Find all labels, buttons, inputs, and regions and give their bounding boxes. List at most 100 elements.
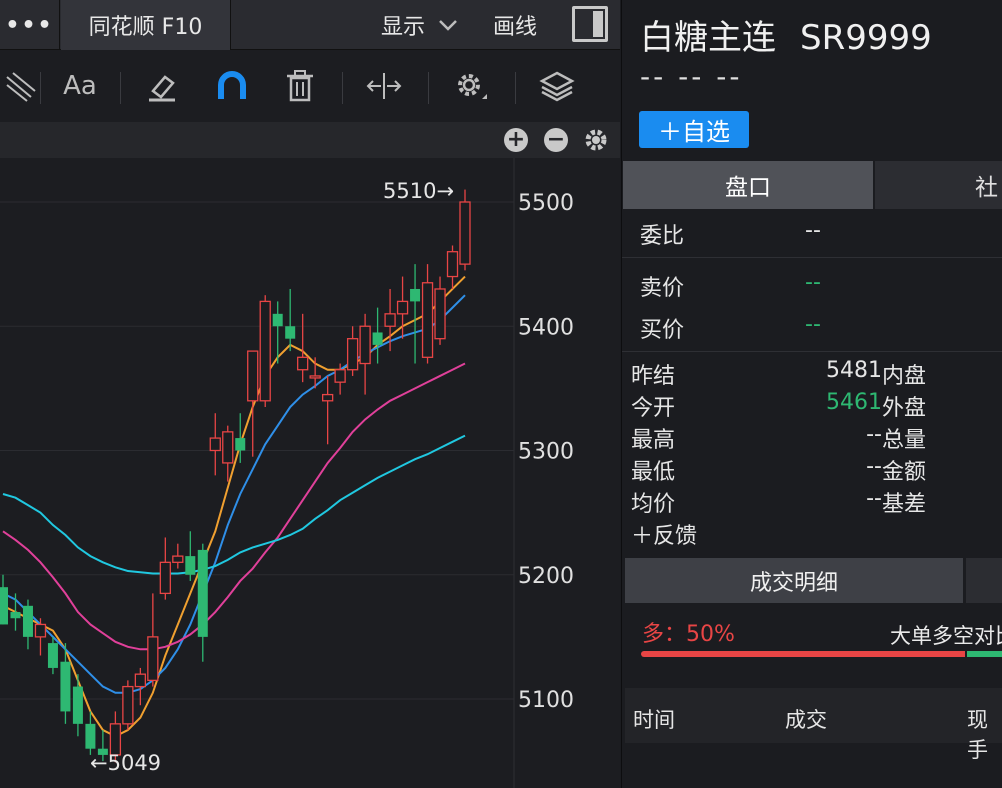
tab-secondary[interactable] — [966, 558, 1002, 603]
instrument-name: 白糖主连 — [640, 18, 776, 58]
sell-price-label: 卖价 — [640, 276, 685, 301]
col-hand: 现手 — [967, 708, 988, 762]
stat-label: 今开 — [631, 396, 676, 421]
max-price-label: 5510→ — [383, 179, 454, 203]
price-change: -- -- -- — [640, 60, 743, 93]
tab-community[interactable]: 社 — [875, 161, 1002, 209]
candlestick[interactable] — [459, 189, 471, 271]
quote-panel: 白糖主连 SR9999 -- -- -- ＋自选 盘口 社 委比 -- 卖价 --… — [621, 0, 1002, 788]
candlestick[interactable] — [72, 674, 83, 737]
display-dropdown[interactable]: 显示 — [370, 0, 470, 50]
instrument-code: SR9999 — [800, 18, 932, 58]
zoom-out-icon[interactable]: − — [544, 128, 568, 152]
drawing-toolbar: Aa — [0, 50, 620, 122]
candle-body — [434, 288, 446, 340]
candlestick[interactable] — [247, 350, 259, 457]
candlestick[interactable] — [10, 593, 21, 631]
candlestick[interactable] — [372, 307, 383, 364]
stat-value: 5461 — [826, 390, 882, 415]
candlestick[interactable] — [421, 264, 434, 364]
y-tick-label: 5300 — [518, 440, 574, 465]
font-tool-icon[interactable]: Aa — [58, 64, 102, 108]
candlestick[interactable] — [446, 245, 459, 289]
min-price-label: ←5049 — [90, 751, 161, 775]
weibi-value: -- — [805, 218, 821, 243]
candle-body — [60, 661, 71, 712]
candlestick[interactable] — [259, 295, 271, 408]
candlestick[interactable] — [185, 531, 196, 581]
candle-body — [421, 282, 434, 358]
chart-settings-icon[interactable] — [583, 127, 609, 157]
moving-average-line — [2, 294, 466, 694]
weibi-label: 委比 — [640, 224, 685, 249]
candle-body — [410, 288, 421, 302]
short-ratio-bar — [967, 651, 1002, 657]
stat-label: 最低 — [631, 460, 676, 485]
buy-price-value: -- — [805, 312, 821, 337]
stat-side-label: 外盘 — [882, 396, 927, 421]
candlestick[interactable] — [134, 667, 147, 706]
zoom-in-icon[interactable]: + — [504, 128, 528, 152]
y-tick-label: 5100 — [518, 688, 574, 713]
moving-average-line — [2, 362, 466, 651]
sell-price-value: -- — [805, 270, 821, 295]
candle-body — [85, 723, 96, 749]
trash-icon[interactable] — [278, 64, 322, 108]
panel-toggle-icon[interactable] — [572, 6, 608, 42]
candlestick[interactable] — [60, 643, 71, 724]
fib-lines-icon[interactable] — [0, 64, 44, 108]
stat-side-label: 金额 — [882, 460, 927, 485]
candlestick[interactable] — [285, 288, 296, 352]
candlestick[interactable] — [159, 537, 171, 600]
settings-icon[interactable] — [448, 64, 492, 108]
candlestick[interactable] — [410, 264, 421, 364]
candle-body — [272, 313, 283, 327]
candlestick[interactable] — [147, 593, 159, 687]
candlestick[interactable] — [22, 599, 33, 650]
layers-icon[interactable] — [535, 64, 579, 108]
candle-body — [334, 369, 346, 383]
candle-body — [321, 393, 334, 402]
candle-body — [185, 556, 196, 575]
quote-tabs: 盘口 社 — [622, 161, 1002, 209]
candle-body — [446, 251, 459, 278]
candlestick[interactable] — [297, 313, 309, 383]
tab-pankou[interactable]: 盘口 — [623, 161, 873, 209]
candlestick[interactable] — [0, 574, 8, 625]
stat-side-label: 总量 — [882, 428, 927, 453]
candlestick[interactable] — [359, 313, 371, 395]
big-order-compare-label: 大单多空对比 — [890, 624, 1002, 648]
f10-button[interactable]: 同花顺 F10 — [61, 0, 231, 50]
stat-value: -- — [866, 486, 882, 511]
candlestick[interactable] — [172, 543, 184, 569]
candlestick[interactable] — [122, 680, 134, 731]
candlestick[interactable] — [346, 326, 359, 376]
candle-body — [346, 338, 359, 371]
candlestick[interactable] — [197, 543, 208, 662]
candlestick[interactable] — [47, 636, 58, 675]
candle-body — [285, 326, 296, 339]
feedback-link[interactable]: ＋反馈 — [631, 518, 697, 550]
candle-body — [22, 605, 33, 637]
candlestick[interactable] — [434, 276, 446, 345]
candlestick-chart[interactable]: 5500 5400 5300 5200 5100 5510→ ←5049 — [0, 158, 620, 788]
candle-body — [235, 438, 246, 451]
candle-body — [172, 555, 184, 563]
magnet-icon[interactable] — [210, 64, 254, 108]
candlestick[interactable] — [209, 413, 221, 476]
more-button[interactable]: ••• — [0, 0, 60, 50]
candle-body — [384, 313, 396, 327]
draw-line-button[interactable]: 画线 — [480, 0, 550, 50]
resize-horizontal-icon[interactable] — [362, 64, 406, 108]
buy-price-label: 买价 — [640, 318, 685, 343]
candlestick[interactable] — [34, 618, 47, 656]
candle-body — [372, 332, 383, 345]
candlestick[interactable] — [384, 288, 396, 352]
eraser-icon[interactable] — [140, 64, 184, 108]
add-favorite-button[interactable]: ＋自选 — [639, 111, 749, 148]
y-tick-label: 5200 — [518, 564, 574, 589]
candlestick[interactable] — [321, 375, 334, 445]
candle-body — [222, 431, 234, 464]
candle-body — [297, 356, 309, 371]
tab-trade-detail[interactable]: 成交明细 — [625, 558, 963, 603]
